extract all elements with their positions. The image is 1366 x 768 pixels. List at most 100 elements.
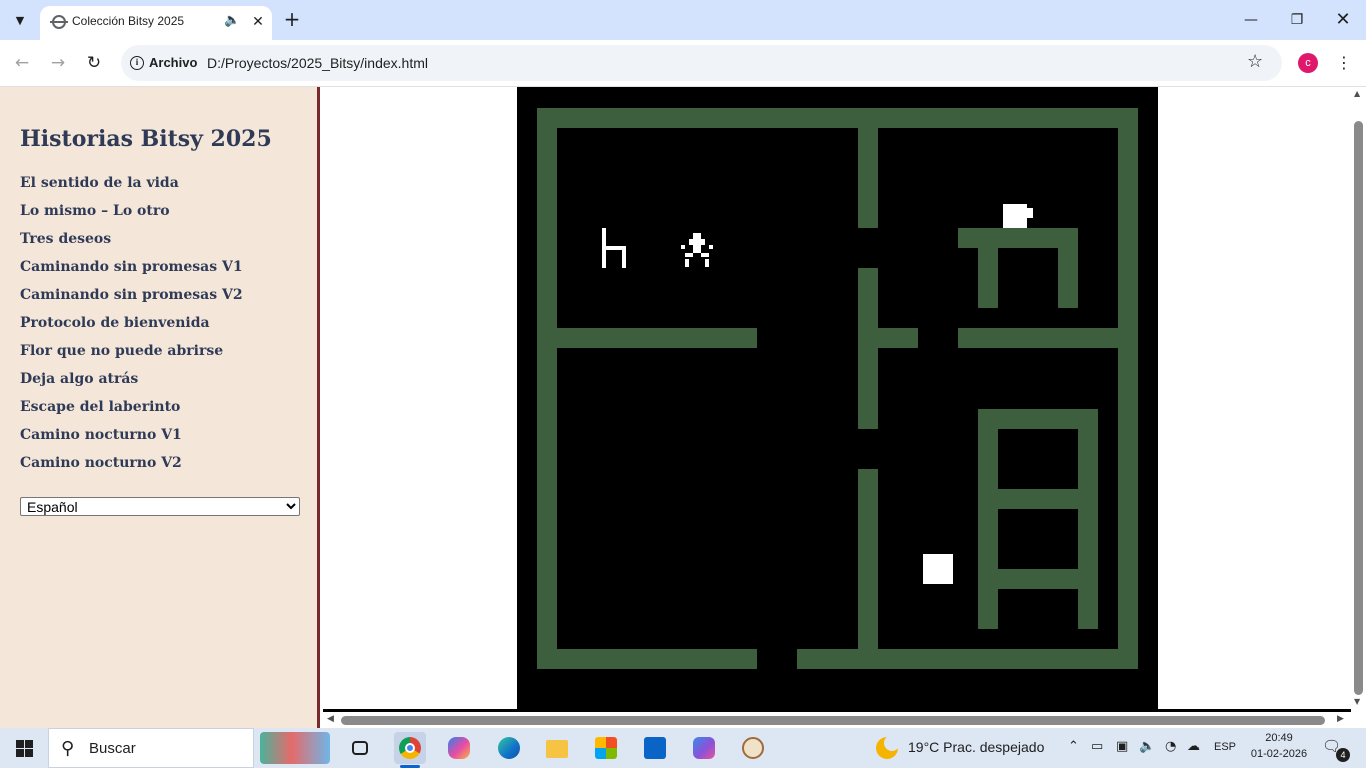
taskbar-search-placeholder: Buscar	[89, 740, 136, 757]
microsoft-365-icon[interactable]	[688, 732, 720, 764]
taskbar: ⚲ Buscar 19°C Prac. despejado ⌃ ▭ ▣ 🔈 ◔ …	[0, 728, 1366, 768]
language-select[interactable]: Español	[20, 497, 300, 516]
new-tab-button[interactable]: +	[280, 8, 304, 32]
story-link[interactable]: Tres deseos	[20, 229, 243, 257]
paint-icon[interactable]	[737, 732, 769, 764]
story-link[interactable]: Camino nocturno V1	[20, 425, 243, 453]
page-content: Historias Bitsy 2025 El sentido de la vi…	[0, 87, 1366, 728]
room-wall	[557, 328, 757, 348]
speaker-icon[interactable]: 🔈	[224, 13, 240, 28]
story-link[interactable]: Lo mismo – Lo otro	[20, 201, 243, 229]
frame-bottom-border	[323, 709, 1351, 712]
restore-button[interactable]: ❐	[1274, 0, 1320, 40]
bookmark-star-icon[interactable]: ☆	[1247, 51, 1263, 72]
story-link[interactable]: El sentido de la vida	[20, 173, 243, 201]
teapot-sprite	[1003, 204, 1027, 228]
more-menu-icon[interactable]: ⋮	[1334, 52, 1354, 74]
tray-chevron-icon[interactable]: ⌃	[1068, 739, 1079, 754]
globe-icon	[52, 15, 66, 29]
weather-temp: 19°C	[908, 739, 940, 755]
room-wall	[537, 649, 757, 669]
reload-button[interactable]: ↻	[82, 51, 106, 75]
file-explorer-icon[interactable]	[541, 732, 573, 764]
profile-avatar[interactable]: c	[1298, 53, 1318, 73]
room-wall	[537, 108, 557, 669]
room-wall	[1078, 409, 1098, 629]
player-avatar-sprite	[693, 245, 701, 253]
vertical-scrollbar[interactable]: ▲ ▼	[1351, 87, 1366, 713]
tab-strip: ▼ Colección Bitsy 2025 🔈 ✕ + — ❐ ✕	[0, 0, 1366, 40]
room-wall	[1058, 228, 1078, 308]
story-link[interactable]: Flor que no puede abrirse	[20, 341, 243, 369]
room-wall	[998, 569, 1078, 589]
weather-moon-icon[interactable]	[876, 735, 900, 759]
teapot-sprite	[1027, 208, 1033, 218]
vertical-scroll-thumb[interactable]	[1354, 121, 1363, 695]
scroll-corner	[1351, 713, 1366, 728]
back-button[interactable]: ←	[10, 51, 34, 75]
horizontal-scroll-thumb[interactable]	[341, 716, 1325, 725]
browser-tab[interactable]: Colección Bitsy 2025 🔈 ✕	[40, 6, 272, 40]
story-link[interactable]: Camino nocturno V2	[20, 453, 243, 481]
room-background	[517, 87, 1158, 709]
story-link[interactable]: Escape del laberinto	[20, 397, 243, 425]
game-map[interactable]	[517, 87, 1158, 709]
player-avatar-sprite	[693, 233, 701, 239]
outlook-icon[interactable]	[639, 732, 671, 764]
info-icon[interactable]: i	[130, 56, 144, 70]
forward-button[interactable]: →	[46, 51, 70, 75]
tray-meet-icon[interactable]: ▣	[1116, 739, 1128, 754]
story-link[interactable]: Caminando sin promesas V1	[20, 257, 243, 285]
room-wall	[978, 409, 998, 629]
story-link[interactable]: Deja algo atrás	[20, 369, 243, 397]
microsoft-store-icon[interactable]	[590, 732, 622, 764]
weather-text[interactable]: 19°C Prac. despejado	[908, 739, 1044, 755]
room-wall	[858, 108, 878, 228]
copilot-icon[interactable]	[443, 732, 475, 764]
search-highlight-image[interactable]	[260, 732, 330, 764]
edge-icon[interactable]	[493, 732, 525, 764]
player-avatar-sprite	[685, 253, 693, 257]
room-wall	[858, 469, 878, 669]
task-view-icon[interactable]	[344, 732, 376, 764]
windows-start-icon[interactable]	[0, 728, 48, 768]
cloud-icon[interactable]: ☁	[1187, 739, 1200, 754]
scroll-right-icon[interactable]: ▶	[1337, 714, 1344, 724]
clock-time[interactable]: 20:49	[1248, 732, 1310, 744]
chrome-icon[interactable]	[394, 732, 426, 768]
box-item-sprite	[923, 554, 953, 584]
minimize-button[interactable]: —	[1228, 0, 1274, 40]
security-chip-label[interactable]: Archivo	[149, 55, 197, 70]
tab-close-icon[interactable]: ✕	[248, 12, 268, 32]
browser-toolbar: ← → ↻ i Archivo D:/Proyectos/2025_Bitsy/…	[0, 40, 1366, 87]
horizontal-scrollbar[interactable]: ◀ ▶	[323, 713, 1351, 728]
clock-date[interactable]: 01-02-2026	[1248, 748, 1310, 760]
scroll-left-icon[interactable]: ◀	[327, 714, 334, 724]
close-window-button[interactable]: ✕	[1320, 0, 1366, 40]
input-language[interactable]: ESP	[1214, 741, 1236, 753]
taskbar-search[interactable]: ⚲ Buscar	[48, 728, 254, 768]
story-list: El sentido de la vida Lo mismo – Lo otro T…	[20, 173, 243, 481]
player-avatar-sprite	[705, 259, 709, 267]
player-avatar-sprite	[689, 239, 705, 245]
room-wall	[978, 228, 998, 308]
room-wall	[797, 649, 1138, 669]
story-link[interactable]: Caminando sin promesas V2	[20, 285, 243, 313]
player-avatar-sprite	[701, 253, 709, 257]
url-text[interactable]: D:/Proyectos/2025_Bitsy/index.html	[207, 55, 428, 71]
room-wall	[1118, 108, 1138, 669]
tray-device-icon[interactable]: ▭	[1091, 739, 1103, 754]
scroll-up-icon[interactable]: ▲	[1354, 89, 1360, 98]
tab-search-chevron-icon[interactable]: ▼	[8, 8, 32, 32]
volume-icon[interactable]: 🔈	[1139, 739, 1155, 754]
room-wall	[537, 108, 1138, 128]
network-icon[interactable]: ◔	[1165, 739, 1176, 754]
scroll-down-icon[interactable]: ▼	[1354, 697, 1360, 706]
room-wall	[958, 328, 1138, 348]
search-icon: ⚲	[61, 738, 75, 759]
story-link[interactable]: Protocolo de bienvenida	[20, 313, 243, 341]
address-bar[interactable]: i Archivo D:/Proyectos/2025_Bitsy/index.…	[121, 45, 1282, 81]
page-title: Historias Bitsy 2025	[20, 126, 272, 152]
bitsy-game-frame[interactable]	[517, 87, 1158, 709]
player-avatar-sprite	[681, 245, 685, 249]
